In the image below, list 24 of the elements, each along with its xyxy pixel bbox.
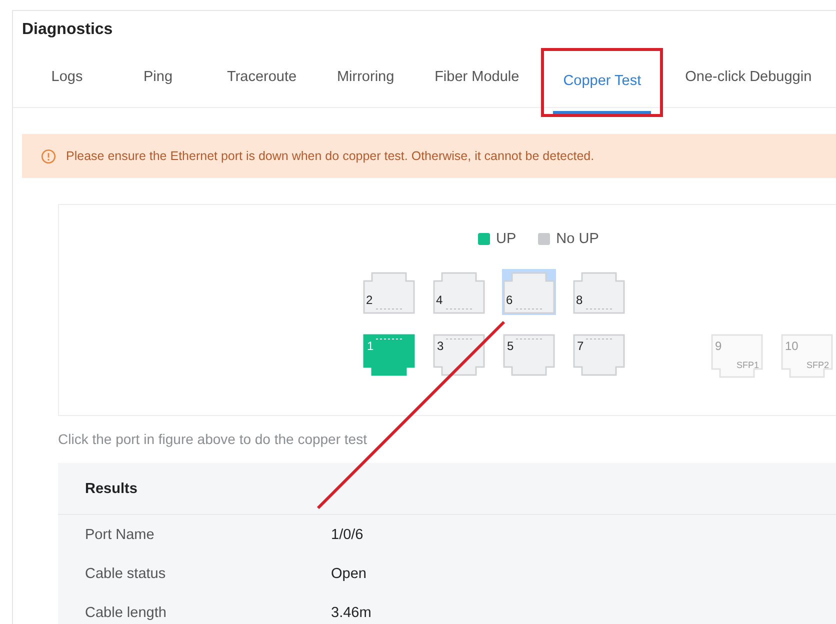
tab[interactable]: Copper Test (553, 51, 652, 114)
results-title: Results (85, 480, 138, 496)
result-value: Open (331, 566, 366, 582)
result-label: Cable status (85, 566, 167, 582)
legend-label: UP (496, 231, 516, 247)
warning-icon (41, 148, 56, 164)
ethernet-port[interactable]: 6 (502, 269, 556, 315)
page-title: Diagnostics (21, 20, 114, 40)
tab[interactable]: Traceroute (217, 49, 307, 107)
result-label: Cable length (85, 604, 168, 620)
tab[interactable]: Logs (35, 49, 99, 107)
result-value: 1/0/6 (331, 526, 364, 542)
ethernet-port[interactable]: 3 (432, 333, 486, 379)
result-label: Port Name (85, 526, 156, 542)
tab[interactable]: Fiber Module (424, 49, 530, 107)
tab[interactable]: Ping (119, 49, 197, 107)
ethernet-port[interactable]: 7 (572, 333, 626, 379)
result-value: 3.46m (331, 604, 372, 620)
ethernet-port[interactable]: 5 (502, 333, 556, 379)
hint-text: Click the port in figure above to do the copper test (58, 431, 368, 449)
tab[interactable]: Mirroring (326, 49, 405, 107)
tab[interactable]: One-click Debuggin (675, 49, 822, 107)
warning-text: Please ensure the Ethernet port is down when do copper test. Otherwise, it cannot be detected. (66, 149, 594, 163)
legend-label: No UP (556, 231, 599, 247)
